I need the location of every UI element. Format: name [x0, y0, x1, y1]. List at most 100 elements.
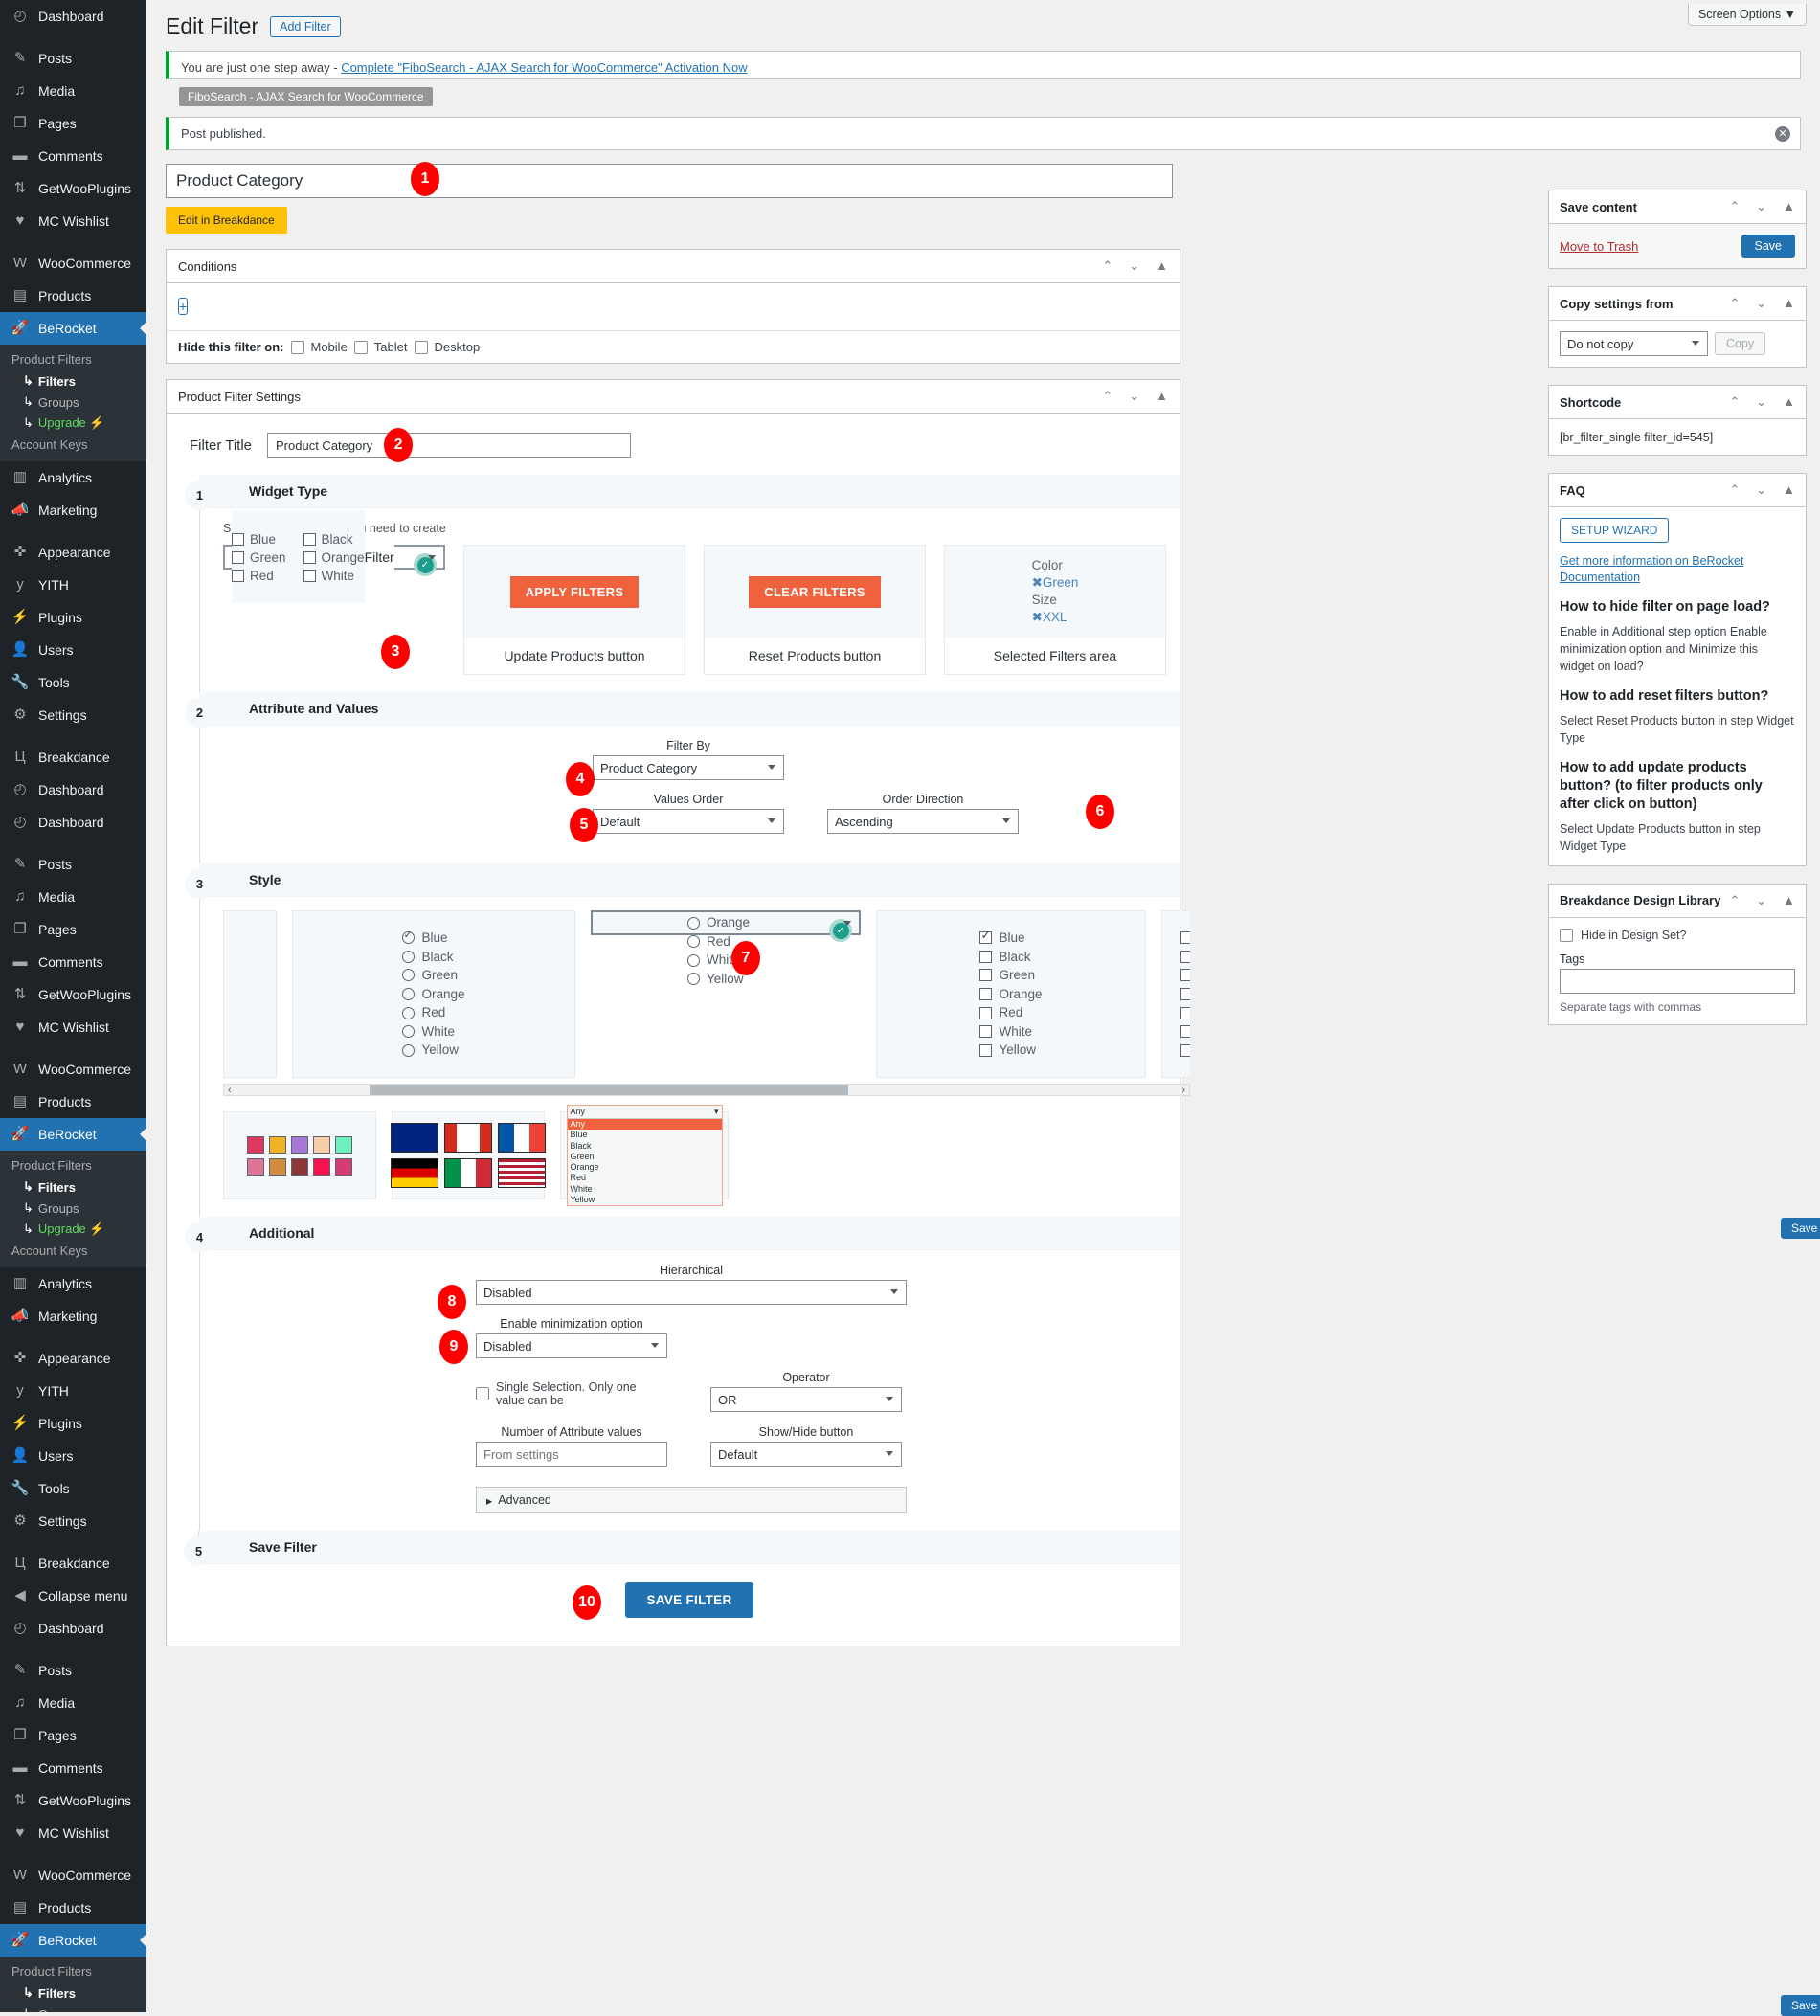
hide-design-set-checkbox[interactable] [1560, 928, 1573, 942]
sidebar-item-settings[interactable]: ⚙ Settings [0, 699, 146, 731]
toggle-panel-icon[interactable]: ▲ [1156, 389, 1168, 404]
hide-mobile-checkbox[interactable] [290, 340, 304, 354]
sidebar-item-marketing[interactable]: 📣 Marketing [0, 1300, 146, 1333]
sidebar-item-media[interactable]: ♫ Media [0, 75, 146, 107]
toggle-panel-icon[interactable]: ▲ [1783, 893, 1795, 908]
sidebar-item-woocommerce[interactable]: W WooCommerce [0, 1859, 146, 1892]
style-card-radio[interactable]: Blue Black Green Orange Red White Yellow [292, 910, 575, 1078]
sidebar-item-marketing[interactable]: 📣 Marketing [0, 494, 146, 526]
move-down-icon[interactable]: ⌄ [1756, 893, 1766, 908]
move-down-icon[interactable]: ⌄ [1129, 258, 1139, 274]
sidebar-item-users[interactable]: 👤 Users [0, 1440, 146, 1472]
sidebar-item-products[interactable]: ▤ Products [0, 280, 146, 312]
sidebar-item-plugins[interactable]: ⚡ Plugins [0, 1407, 146, 1440]
preview-dropdown[interactable]: Any ▾ Any Blue Black Green Orange Red Wh… [560, 1105, 729, 1206]
sidebar-item-posts[interactable]: ✎ Posts [0, 1654, 146, 1687]
preview-flags[interactable] [391, 1111, 546, 1199]
sidebar-item-dashboard[interactable]: ◴ Dashboard [0, 0, 146, 33]
sidebar-item-analytics[interactable]: ▥ Analytics [0, 461, 146, 494]
sidebar-item-breakdance-dashboard[interactable]: ◴ Dashboard [0, 773, 146, 806]
sidebar-item-pages[interactable]: ❐ Pages [0, 1719, 146, 1752]
sidebar-item-getwooplugins[interactable]: ⇅ GetWooPlugins [0, 172, 146, 205]
move-up-icon[interactable]: ⌃ [1729, 482, 1740, 498]
sidebar-item-appearance[interactable]: ✜ Appearance [0, 1342, 146, 1375]
hierarchical-select[interactable]: Disabled [476, 1280, 907, 1305]
sidebar-item-users[interactable]: 👤 Users [0, 634, 146, 666]
toggle-panel-icon[interactable]: ▲ [1783, 482, 1795, 498]
sidebar-item-appearance[interactable]: ✜ Appearance [0, 536, 146, 569]
move-down-icon[interactable]: ⌄ [1756, 482, 1766, 498]
showhide-select[interactable]: Default [710, 1442, 902, 1467]
filter-title-input[interactable] [267, 433, 632, 458]
sidebar-item-comments[interactable]: ▬ Comments [0, 1752, 146, 1784]
sidebar-item-dashboard[interactable]: ◴ Dashboard [0, 806, 146, 839]
hide-desktop-checkbox[interactable] [414, 340, 428, 354]
order-direction-select[interactable]: Ascending [827, 809, 1019, 834]
scroll-left-icon[interactable]: ‹ [224, 1085, 236, 1096]
style-card-partial[interactable]: Blue Black Green Orange Red White Yellow [1161, 910, 1190, 1078]
hide-tablet-checkbox[interactable] [353, 340, 368, 354]
add-condition-button[interactable]: + [178, 298, 189, 315]
add-filter-button[interactable]: Add Filter [270, 15, 341, 37]
sidebar-item-dashboard[interactable]: ◴ Dashboard [0, 1612, 146, 1645]
sidebar-item-media[interactable]: ♫ Media [0, 1687, 146, 1719]
move-up-icon[interactable]: ⌃ [1729, 394, 1740, 410]
sidebar-item-products[interactable]: ▤ Products [0, 1086, 146, 1118]
sidebar-item-yith[interactable]: y YITH [0, 569, 146, 601]
sidebar-item-mc-wishlist[interactable]: ♥ MC Wishlist [0, 205, 146, 237]
floating-save-button[interactable]: Save [1781, 1218, 1820, 1239]
move-down-icon[interactable]: ⌄ [1756, 296, 1766, 311]
documentation-link[interactable]: Get more information on BeRocket Documen… [1560, 553, 1795, 586]
submenu-item-filters[interactable]: ↳ Filters [0, 1176, 146, 1198]
sidebar-item-tools[interactable]: 🔧 Tools [0, 666, 146, 699]
move-up-icon[interactable]: ⌃ [1729, 893, 1740, 908]
values-order-select[interactable]: Default [593, 809, 784, 834]
filter-by-select[interactable]: Product Category [593, 755, 784, 780]
move-down-icon[interactable]: ⌄ [1756, 394, 1766, 410]
shortcode-value[interactable]: [br_filter_single filter_id=545] [1560, 431, 1713, 444]
screen-options-toggle[interactable]: Screen Options ▼ [1687, 4, 1807, 26]
style-card-checkbox[interactable]: Blue Black Green Orange Red White Yellow [876, 910, 1146, 1078]
save-button[interactable]: Save [1741, 235, 1795, 258]
move-up-icon[interactable]: ⌃ [1729, 199, 1740, 214]
move-up-icon[interactable]: ⌃ [1102, 389, 1112, 404]
sidebar-item-pages[interactable]: ❐ Pages [0, 107, 146, 140]
sidebar-item-pages[interactable]: ❐ Pages [0, 913, 146, 946]
move-up-icon[interactable]: ⌃ [1729, 296, 1740, 311]
style-card-radio-selected[interactable]: ✓ Blue Black Green Orange Red White Yell… [591, 910, 861, 986]
single-selection-checkbox[interactable] [476, 1387, 489, 1400]
sidebar-item-analytics[interactable]: ▥ Analytics [0, 1267, 146, 1300]
toggle-panel-icon[interactable]: ▲ [1783, 296, 1795, 311]
tags-input[interactable] [1560, 968, 1795, 994]
toggle-panel-icon[interactable]: ▲ [1156, 258, 1168, 274]
sidebar-item-products[interactable]: ▤ Products [0, 1892, 146, 1924]
preview-color-swatches[interactable] [223, 1111, 376, 1199]
sidebar-item-comments[interactable]: ▬ Comments [0, 946, 146, 978]
widget-card-filter[interactable]: ✓ Blue Black Green Orange Red White Filt… [223, 511, 445, 669]
sidebar-item-plugins[interactable]: ⚡ Plugins [0, 601, 146, 634]
sidebar-item-comments[interactable]: ▬ Comments [0, 140, 146, 172]
floating-save-button-bottom[interactable]: Save [1781, 1995, 1820, 2016]
sidebar-item-woocommerce[interactable]: W WooCommerce [0, 1053, 146, 1086]
copy-button[interactable]: Copy [1715, 332, 1766, 355]
submenu-item-upgrade-[interactable]: ↳ Upgrade ⚡ [0, 1219, 146, 1240]
minimization-select[interactable]: Disabled [476, 1333, 667, 1358]
move-to-trash-link[interactable]: Move to Trash [1560, 239, 1638, 254]
operator-select[interactable]: OR [710, 1387, 902, 1412]
sidebar-item-tools[interactable]: 🔧 Tools [0, 1472, 146, 1505]
collapse-menu-button[interactable]: ◀ Collapse menu [0, 1579, 146, 1612]
attr-count-input[interactable] [476, 1442, 667, 1467]
sidebar-item-woocommerce[interactable]: W WooCommerce [0, 247, 146, 280]
style-card-blank[interactable] [223, 910, 277, 1078]
submenu-item-groups[interactable]: ↳ Groups [0, 2004, 146, 2012]
sidebar-item-breakdance[interactable]: Ц Breakdance [0, 741, 146, 773]
sidebar-item-mc-wishlist[interactable]: ♥ MC Wishlist [0, 1817, 146, 1849]
edit-in-breakdance-button[interactable]: Edit in Breakdance [166, 207, 287, 234]
sidebar-item-berocket[interactable]: 🚀 BeRocket [0, 1118, 146, 1151]
widget-card-selected-filters[interactable]: Color ✖Green Size ✖XXL Selected Filters … [944, 545, 1166, 675]
widget-card-update-products[interactable]: APPLY FILTERS Update Products button [463, 545, 685, 675]
advanced-toggle[interactable]: ▸ Advanced [476, 1487, 907, 1513]
widget-card-reset-products[interactable]: CLEAR FILTERS Reset Products button [704, 545, 926, 675]
toggle-panel-icon[interactable]: ▲ [1783, 394, 1795, 410]
toggle-panel-icon[interactable]: ▲ [1783, 199, 1795, 214]
